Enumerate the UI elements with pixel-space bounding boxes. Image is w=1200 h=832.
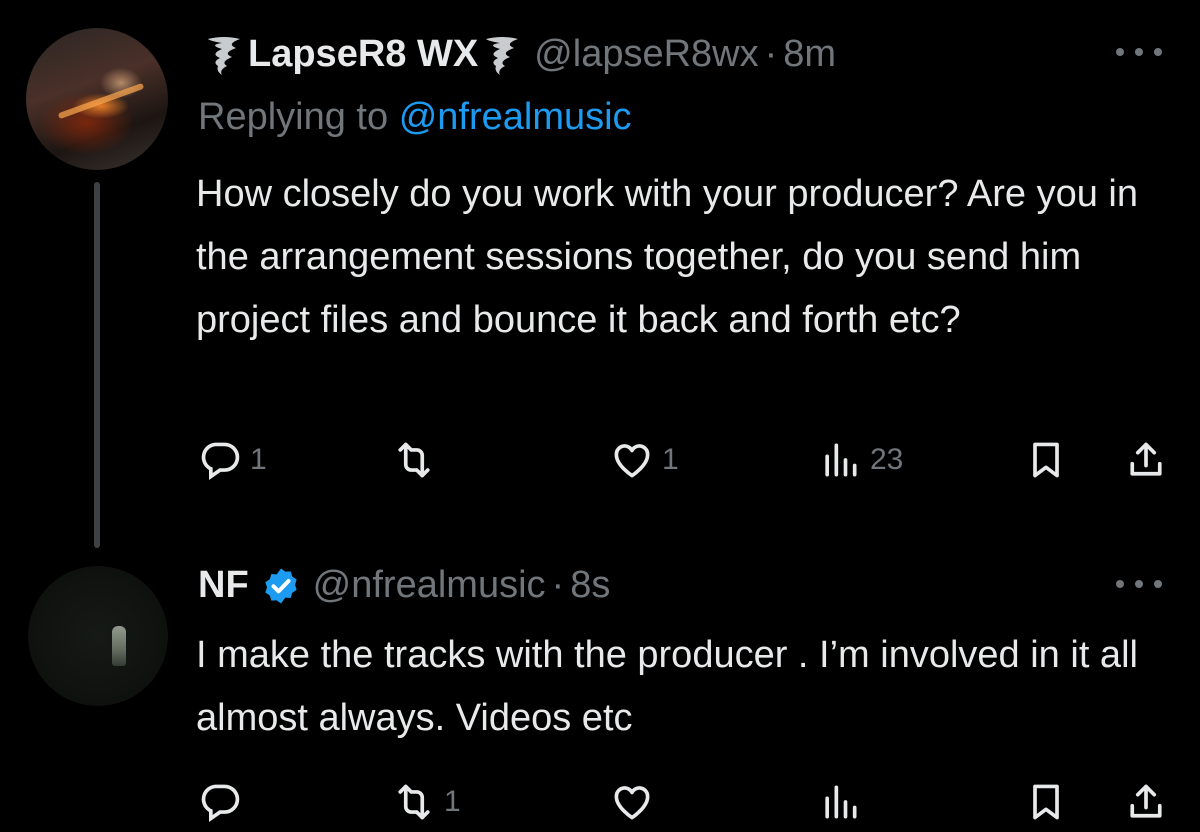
tornado-icon (208, 37, 240, 75)
reply-icon (201, 784, 240, 823)
display-name[interactable]: NF (198, 564, 249, 607)
tweet-header: LapseR8 WX @lapseR8wx · 8m (200, 26, 836, 82)
display-name[interactable]: LapseR8 WX (248, 33, 478, 76)
handle[interactable]: @lapseR8wx (534, 33, 758, 76)
views-count: 23 (870, 443, 904, 476)
separator-dot: · (764, 32, 778, 75)
tweet-header: NF @nfrealmusic · 8s (198, 554, 610, 616)
avatar[interactable] (28, 566, 168, 706)
more-options-icon[interactable] (1116, 40, 1162, 64)
verified-badge-icon[interactable] (261, 566, 301, 606)
heart-icon (614, 444, 650, 478)
share-icon (1130, 442, 1162, 476)
reply-icon (201, 442, 240, 481)
timestamp[interactable]: 8s (570, 564, 610, 607)
reply-button[interactable] (198, 772, 250, 832)
action-bar: 1 (0, 772, 1200, 832)
repost-icon (398, 442, 430, 478)
bookmark-button[interactable] (1024, 772, 1068, 832)
more-options-icon[interactable] (1116, 572, 1162, 596)
handle[interactable]: @nfrealmusic (313, 564, 546, 607)
tweet-nfrealmusic[interactable]: NF @nfrealmusic · 8s I make the tracks w… (0, 540, 1200, 832)
avatar-figure (112, 626, 126, 666)
repost-icon (398, 784, 430, 820)
like-button[interactable] (610, 772, 662, 832)
thread-line (94, 182, 100, 548)
replying-to-mention[interactable]: @nfrealmusic (399, 96, 632, 138)
tweet-text: I make the tracks with the producer . I’… (196, 634, 1138, 739)
replying-to: Replying to @nfrealmusic (198, 96, 632, 139)
views-button[interactable]: 23 (818, 430, 903, 490)
tornado-icon (486, 37, 519, 75)
tweet-lapser8wx[interactable]: LapseR8 WX @lapseR8wx · 8m Replying to @… (0, 0, 1200, 548)
heart-icon (614, 786, 650, 820)
reply-button[interactable]: 1 (198, 430, 267, 490)
action-bar: 1 1 23 (0, 430, 1200, 490)
bookmark-icon (1033, 784, 1059, 820)
share-button[interactable] (1124, 430, 1168, 490)
views-button[interactable] (818, 772, 870, 832)
bookmark-icon (1033, 442, 1059, 478)
share-button[interactable] (1124, 772, 1168, 832)
separator-dot: · (551, 563, 565, 606)
share-icon (1130, 784, 1162, 818)
views-icon (825, 443, 857, 477)
repost-count: 1 (444, 785, 461, 818)
avatar[interactable] (26, 28, 168, 170)
replying-to-label: Replying to (198, 96, 389, 138)
repost-button[interactable]: 1 (392, 772, 461, 832)
repost-button[interactable] (392, 430, 444, 490)
like-button[interactable]: 1 (610, 430, 679, 490)
tweet-text: How closely do you work with your produc… (196, 173, 1139, 341)
reply-count: 1 (250, 443, 267, 476)
views-icon (825, 785, 857, 819)
like-count: 1 (662, 443, 679, 476)
timestamp[interactable]: 8m (783, 33, 836, 76)
bookmark-button[interactable] (1024, 430, 1068, 490)
avatar-light-streak (57, 82, 145, 120)
